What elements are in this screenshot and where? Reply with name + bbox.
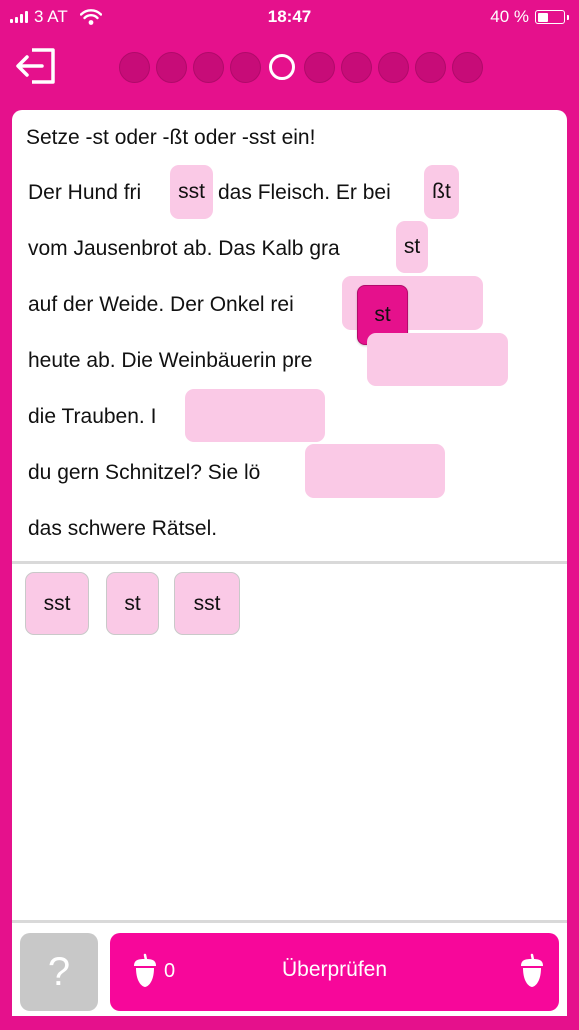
progress-dot bbox=[341, 52, 372, 83]
bank-tile-2[interactable]: st bbox=[106, 572, 159, 635]
progress-dot bbox=[378, 52, 409, 83]
check-button-label: Überprüfen bbox=[281, 958, 388, 981]
status-bar: 3 AT 18:47 40 % bbox=[0, 0, 579, 34]
gap-1[interactable]: sst bbox=[170, 165, 213, 219]
progress-dot bbox=[304, 52, 335, 83]
progress-dot bbox=[193, 52, 224, 83]
text-line-5: heute ab. Die Weinbäuerin pre bbox=[28, 349, 313, 372]
bottom-bar: ? 0 Überprüfen bbox=[12, 920, 567, 1016]
progress-dots bbox=[119, 52, 483, 83]
divider bbox=[12, 561, 567, 564]
gap-3[interactable]: st bbox=[396, 221, 428, 273]
progress-dot bbox=[452, 52, 483, 83]
check-button[interactable]: 0 Überprüfen bbox=[110, 933, 559, 1011]
text-line-8: das schwere Rätsel. bbox=[28, 517, 218, 540]
text-line-1: Der Hund fri bbox=[28, 181, 142, 204]
exercise-card: Setze -st oder -ßt oder -sst ein! Der Hu… bbox=[12, 110, 567, 920]
battery-icon bbox=[535, 10, 569, 24]
text-line-7: du gern Schnitzel? Sie lö bbox=[28, 461, 261, 484]
gap-7[interactable] bbox=[305, 444, 445, 498]
text-line-2: das Fleisch. Er bei bbox=[218, 181, 391, 204]
instruction-text: Setze -st oder -ßt oder -sst ein! bbox=[26, 126, 316, 149]
progress-dot bbox=[230, 52, 261, 83]
progress-dot-current bbox=[269, 54, 295, 80]
exit-arrow-icon[interactable] bbox=[14, 46, 58, 86]
progress-dot bbox=[119, 52, 150, 83]
battery-percent: 40 % bbox=[490, 7, 529, 26]
battery-fill bbox=[537, 12, 548, 22]
progress-dot bbox=[415, 52, 446, 83]
progress-dot bbox=[156, 52, 187, 83]
help-button[interactable]: ? bbox=[20, 933, 98, 1011]
text-line-3: vom Jausenbrot ab. Das Kalb gra bbox=[28, 237, 340, 260]
text-line-6: die Trauben. I bbox=[28, 405, 157, 428]
bank-tile-3[interactable]: sst bbox=[174, 572, 240, 635]
acorn-icon bbox=[521, 953, 543, 987]
bank-tile-1[interactable]: sst bbox=[25, 572, 89, 635]
gap-5[interactable] bbox=[367, 333, 508, 386]
top-bar bbox=[0, 34, 579, 104]
gap-6[interactable] bbox=[185, 389, 325, 442]
status-right: 40 % bbox=[490, 7, 569, 27]
text-line-4: auf der Weide. Der Onkel rei bbox=[28, 293, 294, 316]
gap-2[interactable]: ßt bbox=[424, 165, 459, 219]
